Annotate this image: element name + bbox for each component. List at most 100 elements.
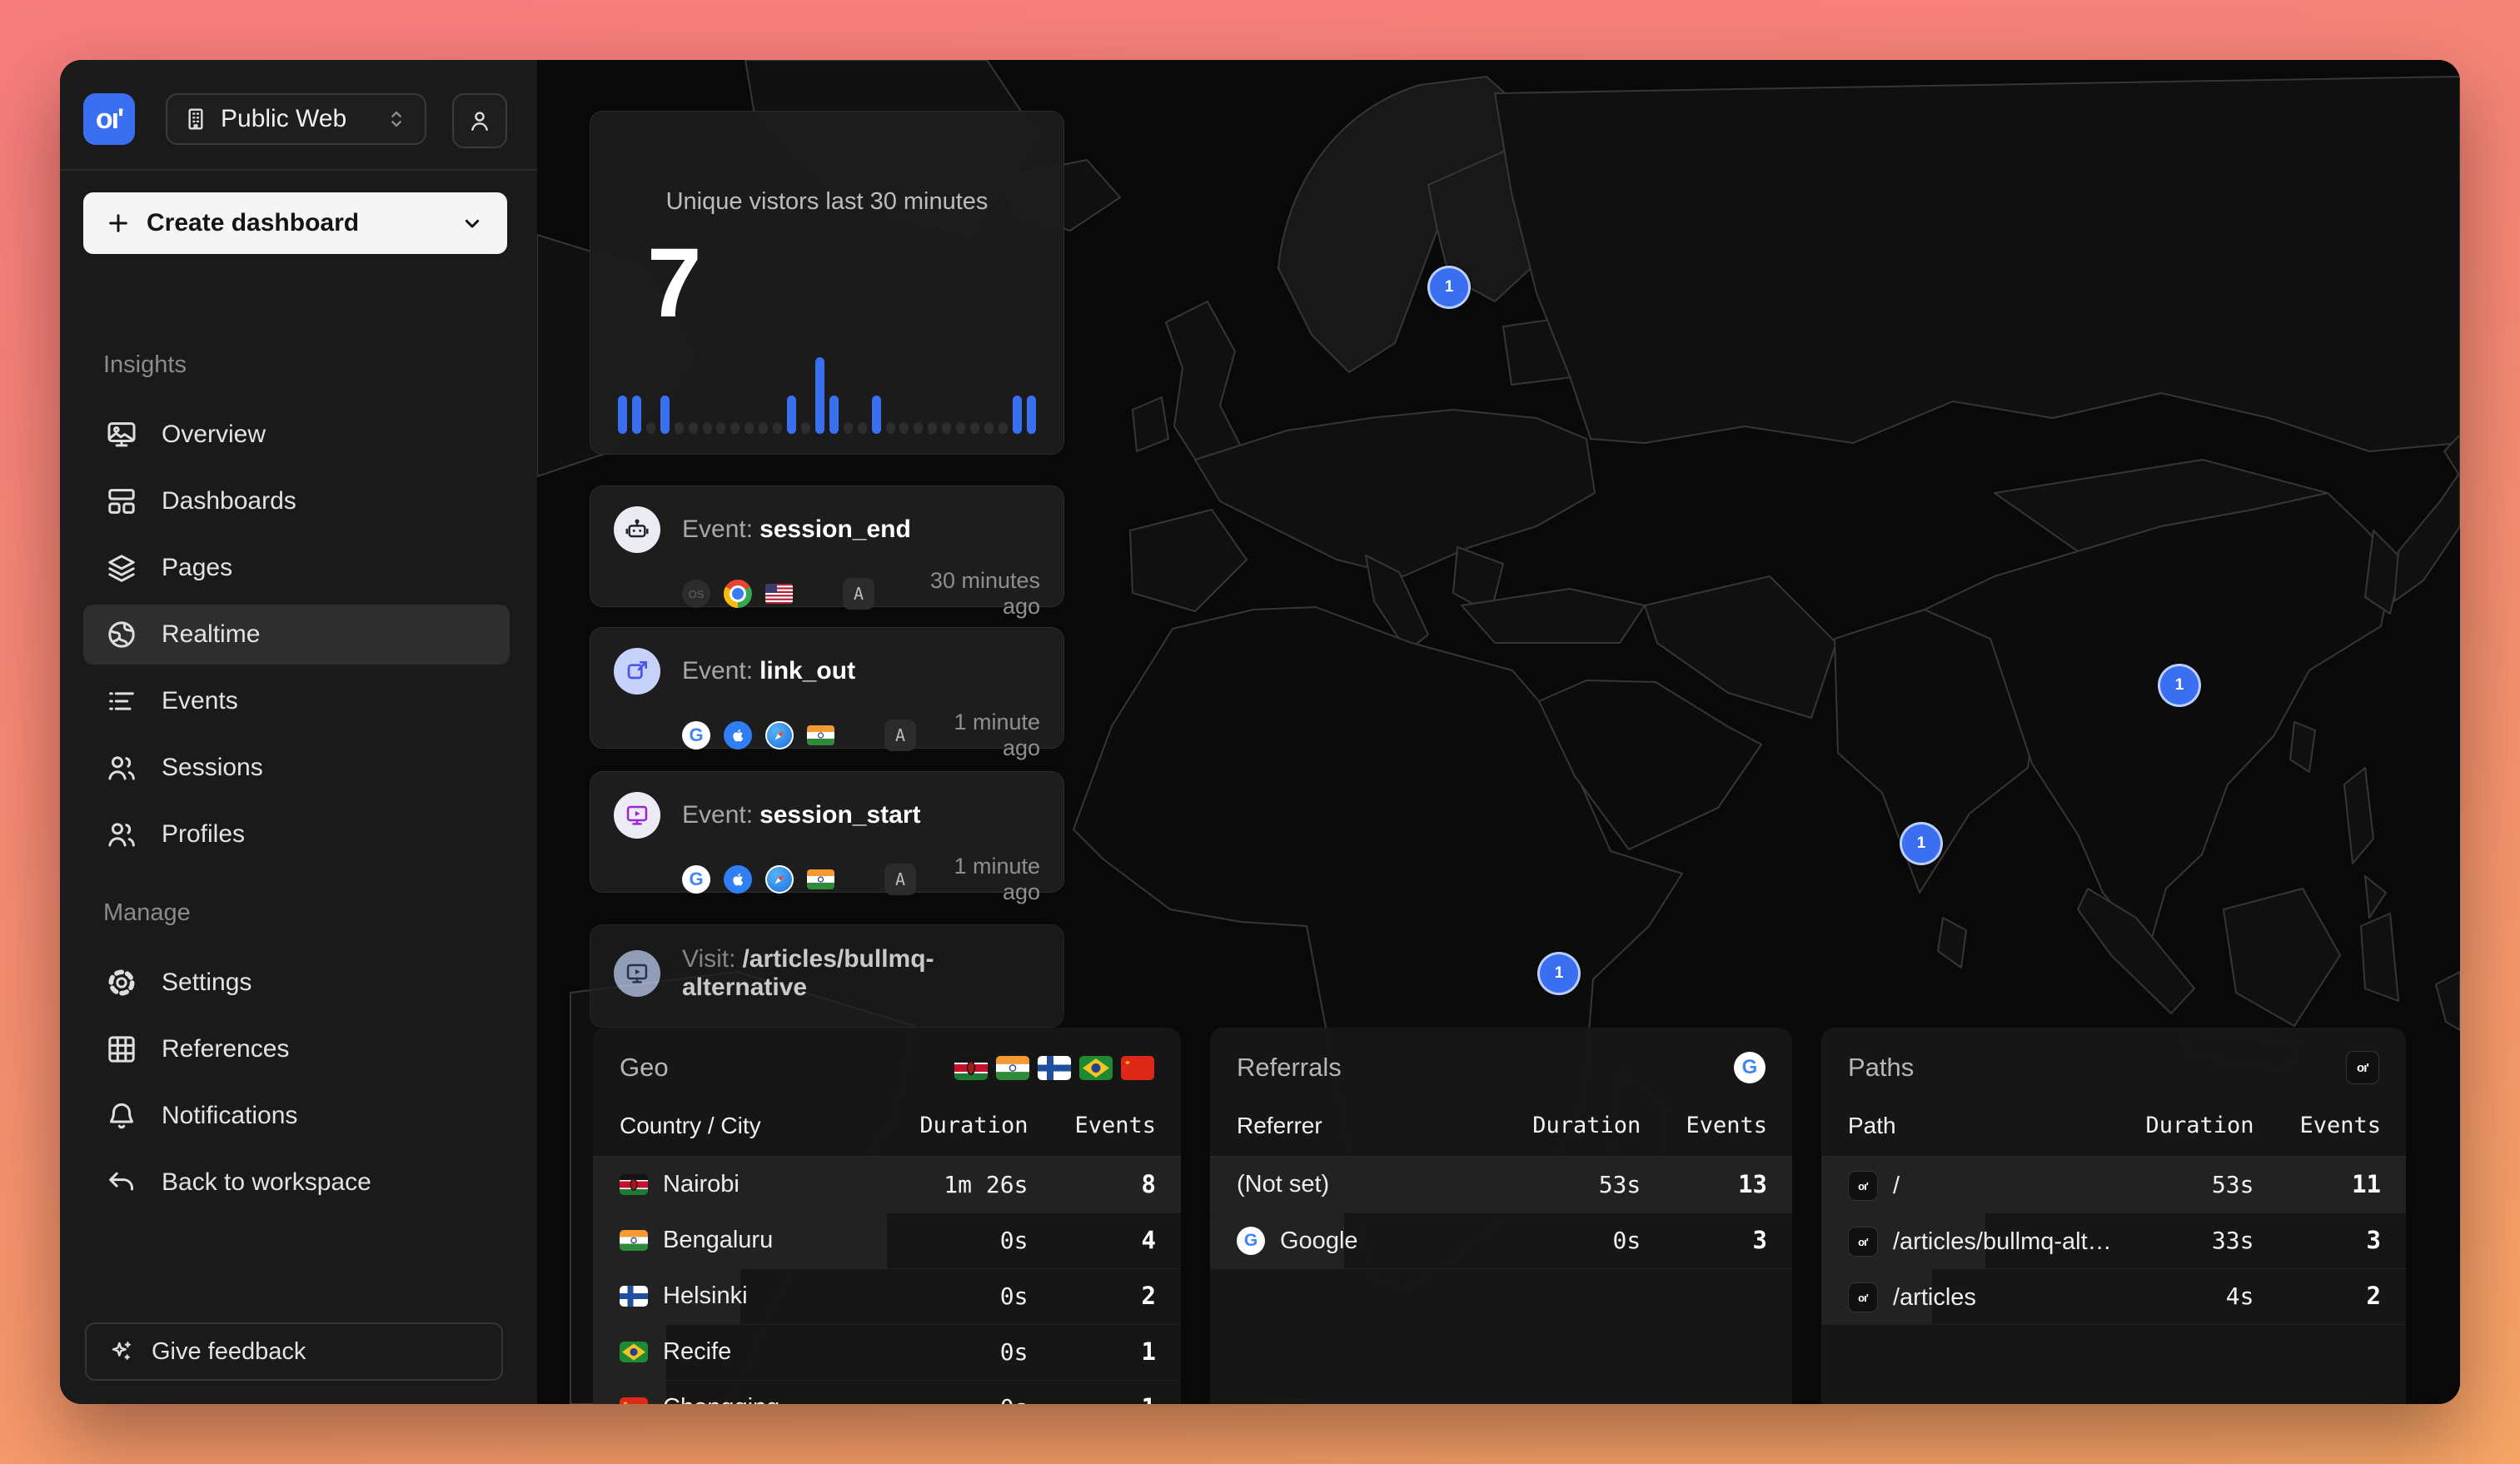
geo-flag-row — [954, 1056, 1154, 1080]
workspace-header: oı' Public Web — [60, 60, 537, 169]
map-marker[interactable]: 1 — [1900, 822, 1943, 865]
geo-row-chongqing[interactable]: Chongqing 0s 1 — [593, 1381, 1181, 1404]
sidebar-item-label: Sessions — [162, 754, 263, 782]
event-card-session-end[interactable]: Event:session_end OS A 30 minutes ago — [590, 486, 1064, 607]
map-marker[interactable]: 1 — [1537, 952, 1581, 995]
geo-row-bengaluru[interactable]: Bengaluru 0s 4 — [593, 1213, 1181, 1269]
realtime-globe-icon — [105, 618, 138, 651]
histogram-empty-slot — [716, 422, 725, 434]
map-marker[interactable]: 1 — [1427, 266, 1471, 309]
paths-col-path: Path — [1848, 1113, 1896, 1139]
google-icon: G — [682, 721, 710, 749]
building-icon — [182, 106, 209, 132]
app-logo[interactable]: oı' — [83, 93, 135, 145]
sidebar-item-references[interactable]: References — [83, 1019, 510, 1079]
histogram-empty-slot — [773, 422, 782, 434]
sidebar-item-label: Settings — [162, 969, 252, 997]
row-value-bar — [1821, 1158, 2406, 1213]
sidebar-item-events[interactable]: Events — [83, 671, 510, 731]
sidebar-item-overview[interactable]: Overview — [83, 405, 510, 465]
site-favicon: oı' — [2346, 1051, 2379, 1084]
undo-arrow-icon — [105, 1166, 138, 1199]
sidebar-item-profiles[interactable]: Profiles — [83, 804, 510, 864]
geo-row-helsinki[interactable]: Helsinki 0s 2 — [593, 1269, 1181, 1325]
event-card-session-start[interactable]: Event:session_start G A 1 minute ago — [590, 771, 1064, 893]
chevron-updown-icon — [383, 106, 410, 132]
site-favicon: oı' — [1848, 1171, 1878, 1201]
histogram-bar — [660, 396, 670, 434]
geo-row-recife[interactable]: Recife 0s 1 — [593, 1325, 1181, 1381]
histogram-bar — [872, 396, 881, 434]
create-dashboard-button[interactable]: Create dashboard — [83, 192, 507, 254]
geo-duration: 1m 26s — [944, 1171, 1028, 1198]
section-manage: Manage — [103, 899, 191, 927]
event-label: Event: — [682, 515, 753, 543]
histogram-empty-slot — [703, 422, 712, 434]
referral-row-not-set[interactable]: (Not set) 53s 13 — [1210, 1158, 1792, 1213]
geo-row-nairobi[interactable]: Nairobi 1m 26s 8 — [593, 1158, 1181, 1213]
autocapture-badge: A — [884, 864, 916, 895]
overview-icon — [105, 418, 138, 451]
histogram-empty-slot — [970, 422, 979, 434]
paths-col-events: Events — [2299, 1113, 2381, 1138]
event-label: Event: — [682, 801, 753, 829]
geo-duration: 0s — [1000, 1394, 1028, 1404]
site-favicon-text: oı' — [1858, 1292, 1868, 1304]
user-account-button[interactable] — [452, 93, 507, 148]
histogram-bar — [815, 357, 824, 434]
referrer-name: Google — [1280, 1227, 1358, 1255]
histogram-empty-slot — [759, 422, 768, 434]
geo-duration: 0s — [1000, 1282, 1028, 1310]
sidebar-item-label: Notifications — [162, 1102, 297, 1130]
sidebar-item-realtime[interactable]: Realtime — [83, 605, 510, 665]
safari-icon — [765, 721, 794, 749]
give-feedback-button[interactable]: Give feedback — [85, 1322, 503, 1381]
path-row-bullmq-alt[interactable]: oı'/articles/bullmq-alt… 33s 3 — [1821, 1213, 2406, 1269]
section-insights: Insights — [103, 351, 187, 379]
referrals-panel: Referrals G Referrer Duration Events (No… — [1210, 1028, 1792, 1404]
geo-events: 2 — [1142, 1282, 1156, 1310]
geo-events: 4 — [1142, 1226, 1156, 1254]
histogram-empty-slot — [928, 422, 937, 434]
histogram-bar — [1013, 396, 1022, 434]
paths-col-duration: Duration — [2145, 1113, 2254, 1138]
sidebar-item-dashboards[interactable]: Dashboards — [83, 471, 510, 531]
sidebar-item-back-to-workspace[interactable]: Back to workspace — [83, 1153, 510, 1213]
event-time: 1 minute ago — [929, 710, 1040, 761]
referral-events: 3 — [1753, 1226, 1767, 1254]
event-card-link-out[interactable]: Event:link_out G A 1 minute ago — [590, 627, 1064, 749]
sidebar-item-notifications[interactable]: Notifications — [83, 1086, 510, 1146]
path-row-root[interactable]: oı'/ 53s 11 — [1821, 1158, 2406, 1213]
referral-duration: 0s — [1613, 1227, 1641, 1254]
sidebar-item-pages[interactable]: Pages — [83, 538, 510, 598]
referral-row-google[interactable]: GGoogle 0s 3 — [1210, 1213, 1792, 1269]
sidebar-item-sessions[interactable]: Sessions — [83, 738, 510, 798]
referral-duration: 53s — [1599, 1171, 1641, 1198]
sidebar-item-label: References — [162, 1035, 289, 1063]
site-favicon: oı' — [1848, 1282, 1878, 1312]
path-name: /articles — [1893, 1284, 1976, 1312]
path-events: 3 — [2367, 1226, 2381, 1254]
histogram-empty-slot — [956, 422, 965, 434]
sidebar-item-label: Events — [162, 687, 238, 715]
histogram-empty-slot — [844, 422, 853, 434]
histogram-empty-slot — [886, 422, 895, 434]
chrome-icon — [724, 580, 752, 608]
geo-events: 8 — [1142, 1170, 1156, 1198]
histogram-bar — [1027, 396, 1036, 434]
workspace-selector[interactable]: Public Web — [166, 93, 426, 145]
sidebar-item-settings[interactable]: Settings — [83, 953, 510, 1013]
geo-city: Chongqing — [663, 1394, 779, 1404]
visitors-card-title: Unique vistors last 30 minutes — [590, 188, 1063, 216]
referrals-panel-title: Referrals — [1237, 1053, 1734, 1083]
monitor-play-icon — [614, 950, 660, 997]
visitors-count: 7 — [647, 227, 702, 340]
event-card-visit[interactable]: Visit:/articles/bullmq-alternative — [590, 924, 1064, 1028]
path-duration: 33s — [2212, 1227, 2254, 1254]
histogram-empty-slot — [801, 422, 810, 434]
chevron-down-icon — [459, 210, 486, 237]
map-marker[interactable]: 1 — [2158, 664, 2201, 707]
safari-icon — [765, 865, 794, 894]
geo-duration: 0s — [1000, 1338, 1028, 1366]
path-row-articles[interactable]: oı'/articles 4s 2 — [1821, 1269, 2406, 1325]
